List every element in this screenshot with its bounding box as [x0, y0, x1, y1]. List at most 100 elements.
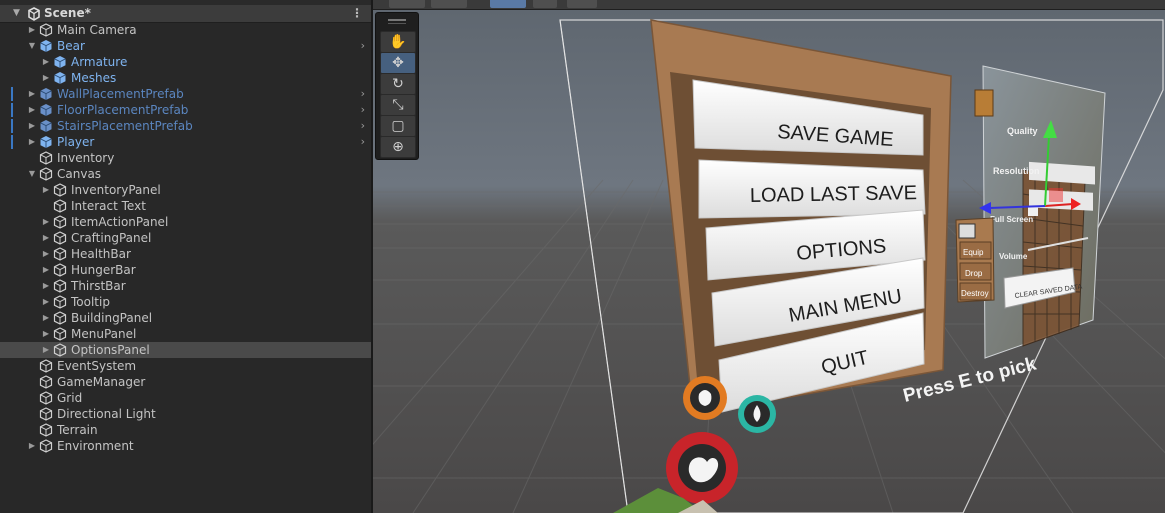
- item-action-panel[interactable]: Equip Drop Destroy: [955, 217, 995, 303]
- hierarchy-item-label: StairsPlacementPrefab: [57, 119, 193, 133]
- destroy-action-label[interactable]: Destroy: [961, 289, 989, 298]
- transform-tool-button[interactable]: ⊕: [380, 136, 416, 158]
- move-tool-icon: ✥: [392, 55, 404, 71]
- equip-action-label[interactable]: Equip: [963, 248, 984, 257]
- hierarchy-item[interactable]: ▶ Tooltip: [0, 294, 371, 310]
- grid-snap-button[interactable]: [567, 0, 597, 8]
- override-marker: [11, 87, 13, 101]
- hierarchy-item[interactable]: ▶ Armature: [0, 54, 371, 70]
- hierarchy-item[interactable]: ▶ BuildingPanel: [0, 310, 371, 326]
- hierarchy-item[interactable]: ▶ MenuPanel: [0, 326, 371, 342]
- expand-arrow-icon[interactable]: ▶: [41, 182, 51, 198]
- hierarchy-item[interactable]: ▶ Meshes: [0, 70, 371, 86]
- move-tool-button[interactable]: ✥: [380, 52, 416, 74]
- menu-panel[interactable]: SAVE GAME LOAD LAST SAVE OPTIONS MAIN ME…: [650, 19, 952, 415]
- hierarchy-item[interactable]: EventSystem: [0, 358, 371, 374]
- open-prefab-chevron-icon[interactable]: ›: [361, 38, 365, 54]
- collapse-arrow-icon[interactable]: ▼: [27, 166, 37, 182]
- hierarchy-item[interactable]: ▶ ItemActionPanel: [0, 214, 371, 230]
- hierarchy-item[interactable]: ▼ Bear ›: [0, 38, 371, 54]
- prefab-cube-icon: [54, 56, 66, 68]
- scene-header-row[interactable]: ▼ Scene* ⋮: [0, 5, 371, 23]
- override-marker: [11, 135, 13, 149]
- expand-arrow-icon[interactable]: ▶: [41, 342, 51, 358]
- prefab-cube-icon: [40, 136, 52, 148]
- hierarchy-item[interactable]: ▶ WallPlacementPrefab ›: [0, 86, 371, 102]
- open-prefab-chevron-icon[interactable]: ›: [361, 102, 365, 118]
- hierarchy-item[interactable]: ▶ Player ›: [0, 134, 371, 150]
- open-prefab-chevron-icon[interactable]: ›: [361, 86, 365, 102]
- hierarchy-item[interactable]: ▶ CraftingPanel: [0, 230, 371, 246]
- expand-arrow-icon[interactable]: ▶: [41, 262, 51, 278]
- options-panel[interactable]: Quality Resolution Full Screen Volume CL…: [982, 65, 1106, 359]
- snap-button[interactable]: [533, 0, 557, 8]
- expand-arrow-icon[interactable]: ▶: [41, 230, 51, 246]
- gameobject-cube-icon: [39, 359, 53, 373]
- hierarchy-item[interactable]: ▼ Canvas: [0, 166, 371, 182]
- expand-arrow-icon[interactable]: ▶: [27, 118, 37, 134]
- scene-toolbar: [373, 0, 1165, 10]
- hierarchy-item[interactable]: ▶ HealthBar: [0, 246, 371, 262]
- rotate-tool-button[interactable]: ↻: [380, 73, 416, 95]
- hierarchy-item[interactable]: Inventory: [0, 150, 371, 166]
- palette-grip[interactable]: [388, 19, 406, 21]
- collapse-arrow-icon[interactable]: ▼: [27, 38, 37, 54]
- open-prefab-chevron-icon[interactable]: ›: [361, 134, 365, 150]
- expand-arrow-icon[interactable]: ▶: [41, 214, 51, 230]
- hierarchy-item[interactable]: Terrain: [0, 422, 371, 438]
- scale-tool-icon: ⤡: [392, 97, 404, 113]
- expand-arrow-icon[interactable]: ▶: [41, 70, 51, 86]
- hierarchy-item-label: EventSystem: [57, 359, 137, 373]
- hierarchy-item-label: Interact Text: [71, 199, 146, 213]
- expand-arrow-icon[interactable]: ▶: [41, 246, 51, 262]
- hierarchy-item[interactable]: ▶ ThirstBar: [0, 278, 371, 294]
- hierarchy-item-label: Meshes: [71, 71, 117, 85]
- gameobject-cube-icon: [53, 295, 67, 309]
- expand-arrow-icon[interactable]: ▶: [27, 86, 37, 102]
- expand-arrow-icon[interactable]: ▶: [27, 102, 37, 118]
- hierarchy-item[interactable]: Interact Text: [0, 198, 371, 214]
- drop-action-label[interactable]: Drop: [965, 269, 983, 278]
- hierarchy-item[interactable]: ▶ Main Camera: [0, 22, 371, 38]
- prefab-cube-icon: [40, 88, 52, 100]
- hierarchy-item[interactable]: ▶ FloorPlacementPrefab ›: [0, 102, 371, 118]
- hierarchy-item[interactable]: ▶ OptionsPanel: [0, 342, 371, 358]
- load-last-save-button[interactable]: LOAD LAST SAVE: [698, 159, 926, 219]
- scene-viewport[interactable]: Quality Resolution Full Screen Volume CL…: [373, 10, 1165, 513]
- expand-arrow-icon[interactable]: ▶: [27, 134, 37, 150]
- scene-toolbar-button[interactable]: [389, 0, 425, 8]
- scene-view[interactable]: Quality Resolution Full Screen Volume CL…: [373, 0, 1165, 513]
- scene-menu-kebab-icon[interactable]: ⋮: [351, 5, 363, 22]
- expand-arrow-icon[interactable]: ▶: [41, 278, 51, 294]
- gameobject-cube-icon: [39, 151, 53, 165]
- hierarchy-item-label: CraftingPanel: [71, 231, 152, 245]
- hierarchy-item[interactable]: Directional Light: [0, 406, 371, 422]
- expand-arrow-icon[interactable]: ▶: [27, 438, 37, 454]
- expand-arrow-icon[interactable]: ▶: [41, 54, 51, 70]
- hierarchy-item[interactable]: ▶ Environment: [0, 438, 371, 454]
- prefab-cube-icon: [40, 40, 52, 52]
- expand-arrow-icon[interactable]: ▶: [41, 310, 51, 326]
- hierarchy-item[interactable]: ▶ InventoryPanel: [0, 182, 371, 198]
- hand-tool-button[interactable]: ✋: [380, 31, 416, 53]
- hierarchy-item[interactable]: ▶ StairsPlacementPrefab ›: [0, 118, 371, 134]
- gameobject-cube-icon: [39, 391, 53, 405]
- hierarchy-item-label: Grid: [57, 391, 83, 405]
- rect-tool-icon: ▢: [391, 118, 405, 134]
- hierarchy-item[interactable]: ▶ HungerBar: [0, 262, 371, 278]
- hierarchy-item-label: Player: [57, 135, 95, 149]
- expand-arrow-icon[interactable]: ▶: [41, 294, 51, 310]
- pivot-toggle-button[interactable]: [490, 0, 526, 8]
- expand-arrow-icon[interactable]: ▶: [27, 22, 37, 38]
- scene-toolbar-button[interactable]: [431, 0, 467, 8]
- scale-tool-button[interactable]: ⤡: [380, 94, 416, 116]
- hierarchy-item[interactable]: GameManager: [0, 374, 371, 390]
- expand-arrow-icon[interactable]: ▶: [41, 326, 51, 342]
- rect-tool-button[interactable]: ▢: [380, 115, 416, 137]
- open-prefab-chevron-icon[interactable]: ›: [361, 118, 365, 134]
- hierarchy-item[interactable]: Grid: [0, 390, 371, 406]
- prefab-cube-icon: [40, 104, 52, 116]
- override-marker: [11, 103, 13, 117]
- scene-expand-arrow[interactable]: ▼: [13, 5, 20, 22]
- hierarchy-item-label: ItemActionPanel: [71, 215, 169, 229]
